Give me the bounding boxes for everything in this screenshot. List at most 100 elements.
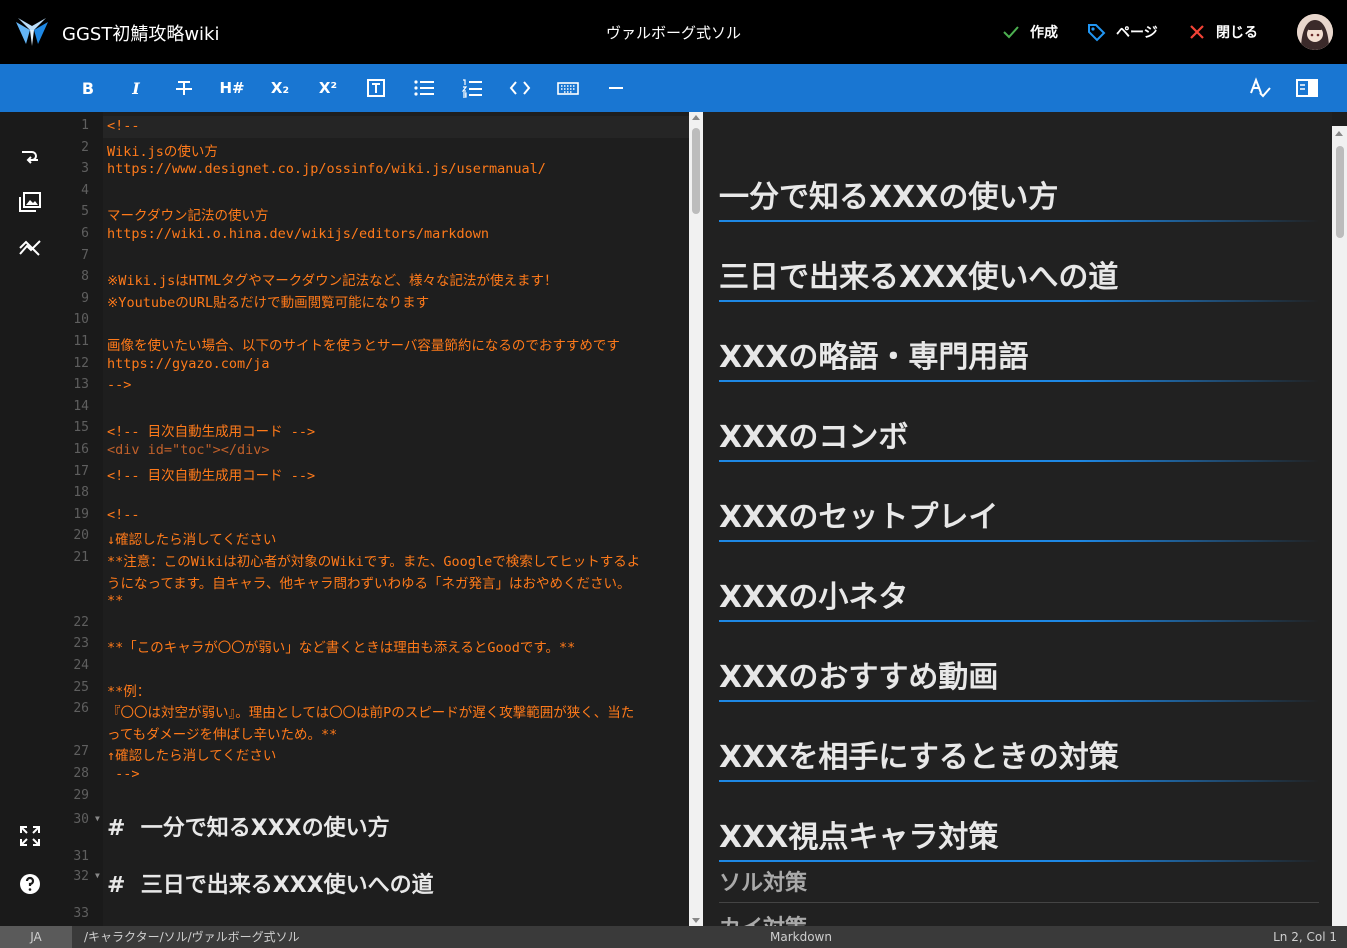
fold-arrow-icon[interactable]: ▼ xyxy=(95,814,100,823)
preview-scroll-up-icon[interactable] xyxy=(1335,130,1343,138)
blockquote-button[interactable] xyxy=(364,76,388,100)
line-number: 6 xyxy=(81,226,89,241)
code-text: うになってます。自キャラ、他キャラ問わずいわゆる「ネガ発言」はおやめください。 xyxy=(107,575,631,592)
code-button[interactable] xyxy=(508,76,532,100)
line-number: 22 xyxy=(73,614,89,630)
close-button[interactable]: 閉じる xyxy=(1188,18,1258,46)
line-number: 19 xyxy=(73,506,89,522)
heading-button[interactable]: H# xyxy=(219,76,244,100)
wiki-logo-icon[interactable] xyxy=(14,16,50,48)
keyboard-button[interactable] xyxy=(556,76,580,100)
create-button[interactable]: 作成 xyxy=(1002,18,1058,46)
line-number: 20 xyxy=(73,528,89,544)
line-number: 21 xyxy=(73,550,89,565)
language-indicator[interactable]: JA xyxy=(0,926,72,948)
code-text: --> xyxy=(107,377,132,394)
check-icon xyxy=(1003,26,1019,39)
preview-scrollbar[interactable] xyxy=(1332,126,1347,926)
split-view-icon xyxy=(1296,79,1318,97)
line-number: 9 xyxy=(81,290,89,306)
horizontal-rule-icon xyxy=(609,87,623,89)
code-text: https://www.designet.co.jp/ossinfo/wiki.… xyxy=(107,161,546,178)
code-text: **注意：このWikiは初心者が対象のWikiです。また、Googleで検索して… xyxy=(107,554,641,570)
italic-button[interactable]: I xyxy=(124,76,148,100)
code-text: ってもダメージを伸ばし辛いため。** xyxy=(107,726,338,743)
preview-heading-1: XXXの小ネタ xyxy=(719,572,1319,622)
help-icon[interactable] xyxy=(18,872,42,896)
scroll-down-icon[interactable] xyxy=(692,916,700,924)
line-number: 11 xyxy=(73,334,89,349)
current-line-highlight xyxy=(103,116,689,138)
bullet-list-button[interactable] xyxy=(412,76,436,100)
bold-button[interactable]: B xyxy=(76,76,100,100)
code-text: ※YoutubeのURL貼るだけで動画閲覧可能になります xyxy=(107,294,430,311)
status-bar: JA /キャラクター/ソル/ヴァルボーグ式ソル Markdown Ln 2, C… xyxy=(0,926,1347,948)
horizontal-rule-button[interactable] xyxy=(604,76,628,100)
tag-icon xyxy=(1088,24,1106,42)
code-text: --> xyxy=(107,766,140,782)
line-number: 28 xyxy=(73,766,89,781)
line-number: 8 xyxy=(81,269,89,285)
insert-link-icon[interactable] xyxy=(18,144,42,168)
spellcheck-icon xyxy=(1250,77,1271,98)
code-text: ** xyxy=(107,593,124,610)
spellcheck-button[interactable] xyxy=(1248,76,1272,100)
editor-scroll-thumb[interactable] xyxy=(692,128,700,214)
toggle-preview-button[interactable] xyxy=(1295,76,1319,100)
code-text: **例： xyxy=(107,683,151,700)
line-number: 13 xyxy=(73,377,89,393)
line-number: 17 xyxy=(73,463,89,479)
close-label: 閉じる xyxy=(1216,25,1258,41)
code-text: <!-- xyxy=(107,118,140,134)
line-number: 24 xyxy=(73,658,89,673)
code-text: <!-- 目次自動生成用コード --> xyxy=(107,467,316,484)
preview-heading-1: XXXの略語・専門用語 xyxy=(719,332,1319,382)
line-number: 5 xyxy=(81,204,89,220)
editor-scrollbar[interactable] xyxy=(689,112,703,926)
page-path: /キャラクター/ソル/ヴァルボーグ式ソル xyxy=(84,930,300,944)
scroll-up-icon[interactable] xyxy=(692,114,700,122)
code-text: ↓確認したら消してください xyxy=(107,532,277,549)
preview-heading-1: XXXのおすすめ動画 xyxy=(719,652,1319,702)
preview-heading-1: 三日で出来るXXX使いへの道 xyxy=(719,252,1319,302)
code-text: ※Wiki.jsはHTMLタグやマークダウン記法など、様々な記法が使えます！ xyxy=(107,273,558,290)
insert-diagram-icon[interactable] xyxy=(18,236,42,260)
line-number: 30 xyxy=(73,812,89,827)
preview-scroll-thumb[interactable] xyxy=(1336,146,1344,238)
markdown-editor[interactable]: 1 <!-- 2 Wiki.jsの使い方 3 https://www.designet.c… xyxy=(61,112,689,926)
code-text: <!-- 目次自動生成用コード --> xyxy=(107,424,316,441)
text-box-icon xyxy=(367,79,385,97)
code-text: Wiki.jsの使い方 xyxy=(107,143,218,160)
code-icon xyxy=(509,81,531,95)
strikethrough-button[interactable] xyxy=(172,76,196,100)
line-number: 10 xyxy=(73,312,89,328)
markdown-heading-text: # 三日で出来るXXX使いへの道 xyxy=(107,873,434,898)
line-number: 15 xyxy=(73,420,89,436)
line-number: 33 xyxy=(73,906,89,921)
format-toolbar: B I H# X₂ X² xyxy=(0,64,1347,112)
site-title[interactable]: GGST初鯖攻略wiki xyxy=(62,20,219,46)
line-number: 1 xyxy=(81,118,89,133)
page-button[interactable]: ページ xyxy=(1086,18,1158,46)
preview-heading-2: カイ対策 xyxy=(719,910,1319,926)
bullet-list-icon xyxy=(414,80,434,96)
numbered-list-button[interactable] xyxy=(460,76,484,100)
page-label: ページ xyxy=(1116,25,1158,41)
markdown-heading-text: # 一分で知るXXXの使い方 xyxy=(107,816,390,841)
subscript-button[interactable]: X₂ xyxy=(268,76,292,100)
code-text: https://wiki.o.hina.dev/wikijs/editors/m… xyxy=(107,226,490,242)
line-number: 18 xyxy=(73,485,89,501)
insert-image-icon[interactable] xyxy=(18,190,42,214)
code-text: <div id="toc"></div> xyxy=(107,442,270,458)
code-text: https://gyazo.com/ja xyxy=(107,355,270,372)
editor-side-rail xyxy=(0,112,61,926)
fullscreen-icon[interactable] xyxy=(18,824,42,848)
superscript-button[interactable]: X² xyxy=(316,76,340,100)
code-text: 『〇〇は対空が弱い』。理由としては〇〇は前Pのスピードが遅く攻撃範囲が狭く、当た xyxy=(107,705,635,722)
user-avatar[interactable] xyxy=(1297,14,1333,50)
fold-arrow-icon[interactable]: ▼ xyxy=(95,871,100,880)
line-number: 16 xyxy=(73,442,89,457)
code-text: ↑確認したら消してください xyxy=(107,748,277,765)
line-number: 4 xyxy=(81,182,89,198)
line-number: 27 xyxy=(73,744,89,760)
